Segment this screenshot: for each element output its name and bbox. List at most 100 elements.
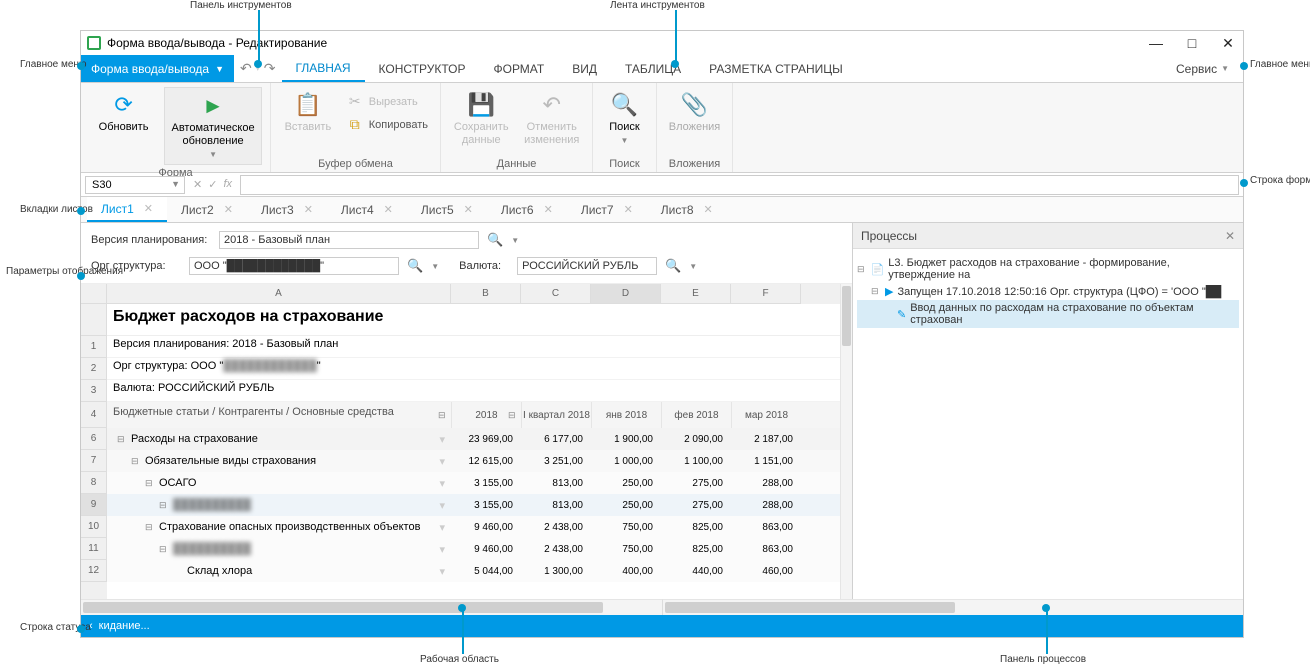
filter-icon[interactable]: ▾: [439, 565, 445, 578]
row-head[interactable]: 7: [81, 450, 107, 472]
chevron-down-icon[interactable]: ▼: [431, 262, 439, 271]
data-cell[interactable]: 12 615,00: [451, 456, 521, 467]
collapse-icon[interactable]: ⊟: [159, 544, 169, 555]
data-cell[interactable]: 250,00: [591, 478, 661, 489]
minimize-button[interactable]: —: [1147, 35, 1165, 52]
data-cell[interactable]: 1 000,00: [591, 456, 661, 467]
data-row[interactable]: ⊟Расходы на страхование▾23 969,006 177,0…: [107, 428, 840, 450]
sheet-tab-6[interactable]: Лист6✕: [487, 197, 567, 222]
close-icon[interactable]: ✕: [464, 203, 473, 216]
data-cell[interactable]: 813,00: [521, 500, 591, 511]
data-row[interactable]: ⊟ОСАГО▾3 155,00813,00250,00275,00288,00: [107, 472, 840, 494]
data-cell[interactable]: 288,00: [731, 478, 801, 489]
main-menu-button[interactable]: Форма ввода/вывода ▼: [81, 55, 234, 82]
close-icon[interactable]: ✕: [544, 203, 553, 216]
data-cell[interactable]: 400,00: [591, 566, 661, 577]
accept-formula-icon[interactable]: ✓: [208, 178, 217, 191]
fx-icon[interactable]: fx: [223, 178, 232, 191]
data-cell[interactable]: 460,00: [731, 566, 801, 577]
data-cell[interactable]: 750,00: [591, 544, 661, 555]
refresh-button[interactable]: ⟳ Обновить: [89, 87, 158, 138]
row-head[interactable]: 8: [81, 472, 107, 494]
row-head[interactable]: 1: [81, 336, 107, 358]
data-cell[interactable]: 275,00: [661, 478, 731, 489]
sheet-tab-7[interactable]: Лист7✕: [567, 197, 647, 222]
data-cell[interactable]: 863,00: [731, 544, 801, 555]
filter-icon[interactable]: ▾: [439, 543, 445, 556]
data-cell[interactable]: 2 090,00: [661, 434, 731, 445]
row-head[interactable]: 4: [81, 402, 107, 428]
data-cell[interactable]: 288,00: [731, 500, 801, 511]
filter-input-plan[interactable]: 2018 - Базовый план: [219, 231, 479, 249]
cut-button[interactable]: ✂Вырезать: [343, 91, 432, 112]
data-cell[interactable]: 825,00: [661, 522, 731, 533]
row-head[interactable]: 12: [81, 560, 107, 582]
data-cell[interactable]: 750,00: [591, 522, 661, 533]
filter-icon[interactable]: ▾: [439, 455, 445, 468]
close-icon[interactable]: ✕: [304, 203, 313, 216]
data-cell[interactable]: 3 155,00: [451, 500, 521, 511]
data-cell[interactable]: 813,00: [521, 478, 591, 489]
tab-page-layout[interactable]: РАЗМЕТКА СТРАНИЦЫ: [695, 55, 857, 82]
collapse-icon[interactable]: ⊟: [117, 434, 127, 445]
data-cell[interactable]: 1 100,00: [661, 456, 731, 467]
col-head-a[interactable]: A: [107, 284, 451, 304]
filter-input-currency[interactable]: РОССИЙСКИЙ РУБЛЬ: [517, 257, 657, 275]
collapse-icon[interactable]: ⊟: [145, 478, 155, 489]
data-cell[interactable]: 1 151,00: [731, 456, 801, 467]
search-icon[interactable]: 🔍: [487, 232, 503, 248]
save-data-button[interactable]: 💾 Сохранить данные: [449, 87, 514, 151]
filter-icon[interactable]: ▾: [439, 477, 445, 490]
filter-input-org[interactable]: ООО "████████████": [189, 257, 399, 275]
sheet-tab-5[interactable]: Лист5✕: [407, 197, 487, 222]
col-head-f[interactable]: F: [731, 284, 801, 304]
paste-button[interactable]: 📋 Вставить: [279, 87, 337, 138]
row-head[interactable]: 3: [81, 380, 107, 402]
row-head[interactable]: 6: [81, 428, 107, 450]
col-head-d[interactable]: D: [591, 284, 661, 304]
data-cell[interactable]: 3 251,00: [521, 456, 591, 467]
data-cell[interactable]: 2 438,00: [521, 544, 591, 555]
close-icon[interactable]: ✕: [704, 203, 713, 216]
chevron-down-icon[interactable]: ▼: [511, 236, 519, 245]
row-head[interactable]: 10: [81, 516, 107, 538]
tab-main[interactable]: ГЛАВНАЯ: [282, 55, 365, 82]
tab-table[interactable]: ТАБЛИЦА: [611, 55, 695, 82]
copy-button[interactable]: ⧉Копировать: [343, 114, 432, 135]
data-cell[interactable]: 863,00: [731, 522, 801, 533]
col-head-b[interactable]: B: [451, 284, 521, 304]
data-cell[interactable]: 5 044,00: [451, 566, 521, 577]
data-row[interactable]: Склад хлора▾5 044,001 300,00400,00440,00…: [107, 560, 840, 582]
data-cell[interactable]: 6 177,00: [521, 434, 591, 445]
tab-view[interactable]: ВИД: [558, 55, 611, 82]
attachments-button[interactable]: 📎 Вложения: [665, 87, 724, 138]
tab-constructor[interactable]: КОНСТРУКТОР: [365, 55, 480, 82]
undo-icon[interactable]: ↶: [240, 60, 252, 77]
data-cell[interactable]: 275,00: [661, 500, 731, 511]
cancel-changes-button[interactable]: ↶ Отменить изменения: [520, 87, 585, 151]
horizontal-scrollbar-side[interactable]: [663, 599, 1244, 615]
data-cell[interactable]: 825,00: [661, 544, 731, 555]
close-icon[interactable]: ✕: [144, 202, 153, 215]
auto-refresh-button[interactable]: ► Автоматическое обновление ▼: [164, 87, 262, 165]
data-cell[interactable]: 1 900,00: [591, 434, 661, 445]
search-button[interactable]: 🔍 Поиск ▼: [601, 87, 648, 150]
close-icon[interactable]: ✕: [224, 203, 233, 216]
row-head[interactable]: 11: [81, 538, 107, 560]
collapse-icon[interactable]: ⊟: [145, 522, 155, 533]
cancel-formula-icon[interactable]: ✕: [193, 178, 202, 191]
data-cell[interactable]: 9 460,00: [451, 544, 521, 555]
data-cell[interactable]: 2 438,00: [521, 522, 591, 533]
sheet-tab-4[interactable]: Лист4✕: [327, 197, 407, 222]
data-cell[interactable]: 9 460,00: [451, 522, 521, 533]
row-head[interactable]: 2: [81, 358, 107, 380]
data-cell[interactable]: 440,00: [661, 566, 731, 577]
tab-format[interactable]: ФОРМАТ: [479, 55, 558, 82]
search-icon[interactable]: 🔍: [407, 258, 423, 274]
close-icon[interactable]: ✕: [1225, 229, 1235, 243]
close-icon[interactable]: ✕: [624, 203, 633, 216]
sheet-tab-8[interactable]: Лист8✕: [647, 197, 727, 222]
process-tree[interactable]: ⊟📄L3. Бюджет расходов на страхование - ф…: [853, 249, 1243, 334]
filter-icon[interactable]: ▾: [439, 521, 445, 534]
sheet-tab-1[interactable]: Лист1✕: [87, 197, 167, 222]
